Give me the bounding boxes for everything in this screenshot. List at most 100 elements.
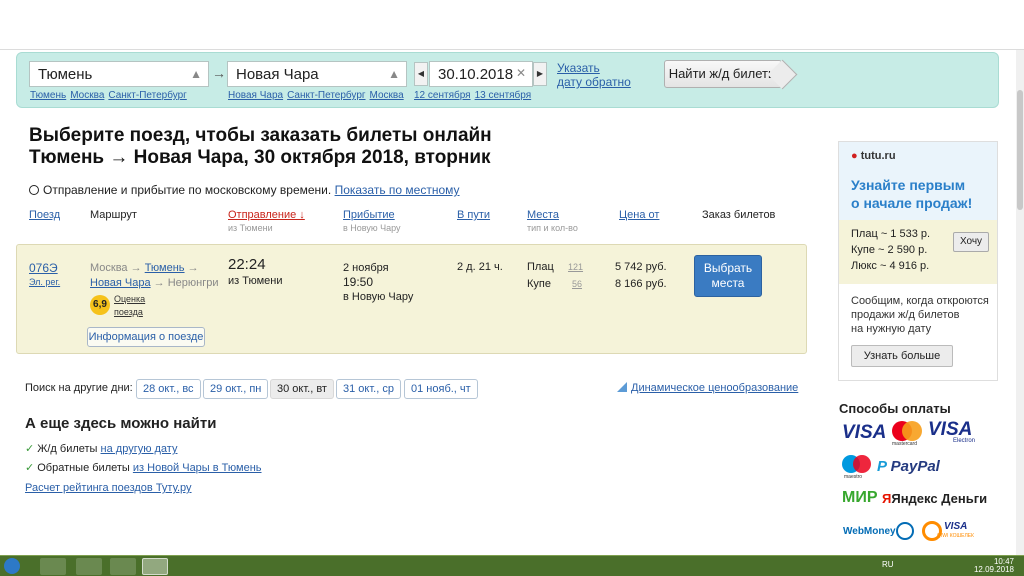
header-arrival[interactable]: Прибытие в Новую Чару: [343, 209, 401, 233]
train-icon: ▲: [190, 67, 202, 81]
browser-top-area: [0, 0, 1024, 50]
check-icon: ✓: [25, 462, 35, 474]
mir-logo: МИР: [842, 489, 878, 506]
rating-label-line1[interactable]: Оценка: [114, 294, 145, 304]
date-hint[interactable]: 12 сентября: [414, 90, 471, 101]
route-from: Москва: [90, 262, 128, 274]
promo-text-line: Сообщим, когда откроются: [851, 295, 989, 307]
from-hint[interactable]: Тюмень: [30, 90, 66, 101]
date-hint[interactable]: 13 сентября: [475, 90, 532, 101]
to-field[interactable]: ▲: [227, 61, 407, 87]
seat-type: Плац: [527, 261, 554, 273]
train-info-button[interactable]: Информация о поезде: [87, 327, 205, 347]
to-hint[interactable]: Новая Чара: [228, 90, 283, 101]
page-scrollbar[interactable]: [1016, 50, 1024, 555]
time-note: Отправление и прибытие по московскому вр…: [29, 183, 460, 197]
paypal-text: PayPal: [890, 458, 940, 475]
header-travel[interactable]: В пути: [457, 209, 490, 221]
seat-price: 8 166 руб.: [615, 278, 667, 290]
return-date-link[interactable]: Указать дату обратно: [557, 61, 631, 89]
scrollbar-thumb[interactable]: [1017, 90, 1023, 210]
train-type[interactable]: Эл. рег.: [29, 277, 60, 287]
choose-line2: места: [711, 276, 745, 290]
also-item: ✓ Ж/д билеты на другую дату: [25, 442, 177, 455]
promo-headline-line1: Узнайте первым: [851, 177, 966, 193]
yandex-money-logo: ЯЯндекс Деньги: [882, 491, 988, 506]
want-button[interactable]: Хочу: [953, 232, 989, 252]
chrome-icon[interactable]: [142, 558, 168, 575]
other-days-label: Поиск на другие дни:: [25, 382, 133, 394]
day-button[interactable]: 31 окт., ср: [336, 379, 401, 399]
local-time-link[interactable]: Показать по местному: [335, 183, 460, 197]
other-date-link[interactable]: на другую дату: [101, 443, 178, 455]
route-to[interactable]: Новая Чара: [90, 277, 151, 289]
internet-explorer-icon[interactable]: [110, 558, 136, 575]
clock[interactable]: 10:47 12.09.2018: [974, 558, 1014, 574]
return-tickets-link[interactable]: из Новой Чары в Тюмень: [133, 462, 262, 474]
header-departure-label[interactable]: Отправление ↓: [228, 209, 305, 221]
header-arrival-sub: в Новую Чару: [343, 223, 401, 233]
electron-text: Electron: [953, 438, 976, 444]
to-hint[interactable]: Москва: [370, 90, 404, 101]
day-button[interactable]: 28 окт., вс: [136, 379, 201, 399]
to-input[interactable]: [228, 62, 406, 86]
header-seats[interactable]: Места тип и кол-во: [527, 209, 578, 233]
from-hints: Тюмень Москва Санкт-Петербург: [30, 90, 191, 101]
dynamic-pricing-label[interactable]: Динамическое ценообразование: [631, 382, 798, 394]
check-icon: ✓: [25, 443, 35, 455]
language-indicator[interactable]: RU: [882, 560, 894, 569]
seat-count[interactable]: 121: [568, 262, 583, 272]
header-price[interactable]: Цена от: [619, 209, 659, 221]
maestro-logo: maestro: [842, 455, 872, 480]
train-number[interactable]: 076Э: [29, 261, 58, 275]
day-button[interactable]: 01 нояб., чт: [404, 379, 478, 399]
from-hint[interactable]: Москва: [70, 90, 104, 101]
from-hint[interactable]: Санкт-Петербург: [108, 90, 186, 101]
header-seats-label[interactable]: Места: [527, 209, 559, 221]
return-line1: Указать: [557, 61, 600, 75]
from-input[interactable]: [30, 62, 208, 86]
route-arrow: →: [153, 277, 165, 289]
clock-icon: [29, 185, 39, 195]
route-city[interactable]: Тюмень: [145, 262, 185, 274]
find-tickets-button[interactable]: Найти ж/д билеты: [664, 60, 782, 88]
choose-seats-button[interactable]: Выбрать места: [694, 255, 762, 297]
from-field[interactable]: ▲: [29, 61, 209, 87]
title-line2: Тюмень → Новая Чара, 30 октября 2018, вт…: [29, 147, 491, 168]
rating-label[interactable]: Оценка поезда: [114, 293, 145, 319]
to-hints: Новая Чара Санкт-Петербург Москва: [228, 90, 408, 101]
rating-calc-link[interactable]: Расчет рейтинга поездов Туту.ру: [25, 482, 192, 494]
date-field[interactable]: ✕: [429, 61, 533, 87]
header-departure[interactable]: Отправление ↓ из Тюмени: [228, 209, 305, 233]
price-value: ~ 4 916 р.: [879, 260, 930, 272]
promo-header: ● tutu.ru Узнайте первым о начале продаж…: [839, 142, 997, 220]
departure-from: из Тюмени: [228, 275, 283, 287]
dynamic-pricing-link[interactable]: Динамическое ценообразование: [617, 382, 798, 394]
maestro-text: maestro: [844, 474, 863, 480]
header-train[interactable]: Поезд: [29, 209, 60, 221]
next-date-button[interactable]: ▶: [533, 62, 547, 86]
choose-line1: Выбрать: [703, 261, 753, 275]
learn-more-button[interactable]: Узнать больше: [851, 345, 953, 367]
header-arrival-label[interactable]: Прибытие: [343, 209, 395, 221]
day-button[interactable]: 29 окт., пн: [203, 379, 269, 399]
visa-logo: VISA: [842, 422, 887, 443]
price-value: ~ 1 533 р.: [880, 228, 931, 240]
rating-badge: 6,9: [90, 295, 110, 315]
arrival-time: 19:50: [343, 275, 374, 289]
to-hint[interactable]: Санкт-Петербург: [287, 90, 365, 101]
paypal-logo: P PayPal: [877, 458, 940, 475]
promo-text-line: на нужную дату: [851, 323, 932, 335]
train-icon: ▲: [388, 67, 400, 81]
also-item: ✓ Обратные билеты из Новой Чары в Тюмень: [25, 461, 262, 474]
rating-label-line2[interactable]: поезда: [114, 307, 143, 317]
media-player-icon[interactable]: [40, 558, 66, 575]
file-explorer-icon[interactable]: [76, 558, 102, 575]
header-route: Маршрут: [90, 209, 137, 221]
start-button[interactable]: [4, 558, 20, 574]
promo-prices: Плац ~ 1 533 р. Купе ~ 2 590 р. Люкс ~ 4…: [839, 220, 997, 284]
seat-count[interactable]: 56: [572, 279, 582, 289]
clear-icon[interactable]: ✕: [516, 66, 526, 80]
train-route: Москва → Тюмень → Новая Чара → Нерюнгри: [90, 261, 220, 291]
prev-date-button[interactable]: ◀: [414, 62, 428, 86]
